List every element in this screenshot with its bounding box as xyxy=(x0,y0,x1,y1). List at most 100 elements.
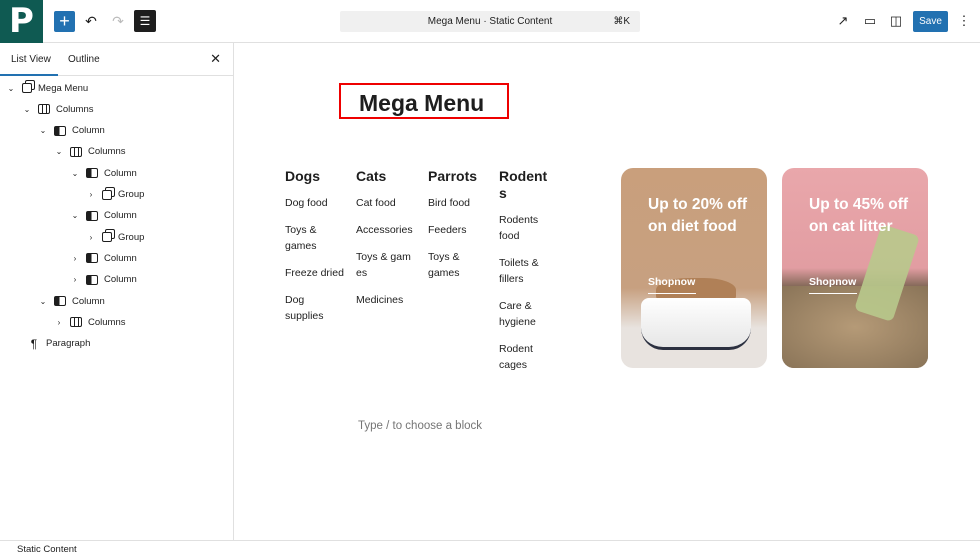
tree-item[interactable]: ⌄ Column xyxy=(38,121,105,141)
menu-link[interactable]: Feeders xyxy=(428,222,488,238)
menu-link[interactable]: Toys & games xyxy=(356,249,416,281)
shop-now-link[interactable]: Shopnow xyxy=(809,276,857,294)
column-icon xyxy=(86,274,98,285)
promo-text: Up to 45% off on cat litter xyxy=(809,196,909,235)
menu-link[interactable]: Medicines xyxy=(356,292,416,308)
menu-link[interactable]: Toys & games xyxy=(285,222,345,254)
chevron-down-icon[interactable]: ⌄ xyxy=(70,211,80,220)
view-external-icon[interactable]: ↗ xyxy=(835,13,851,29)
chevron-down-icon[interactable]: ⌄ xyxy=(6,84,16,93)
promo-card[interactable]: Up to 20% off on diet food Shopnow xyxy=(621,168,767,368)
chevron-down-icon[interactable]: ⌄ xyxy=(22,105,32,114)
more-options-icon[interactable]: ⋮ xyxy=(956,13,972,29)
tree-item-label: Group xyxy=(118,231,145,243)
close-icon[interactable]: ✕ xyxy=(210,51,221,67)
columns-icon xyxy=(70,317,82,328)
menu-column: Rodents Rodents food Toilets & fillers Care… xyxy=(499,168,549,384)
tree-item[interactable]: ⌄ Columns xyxy=(22,99,94,119)
tree-item-label: Paragraph xyxy=(46,338,91,350)
tree-item-label: Columns xyxy=(88,316,126,328)
tree-item[interactable]: › Group xyxy=(86,227,145,247)
redo-icon: ↷ xyxy=(112,13,124,29)
tree-item-label: Column xyxy=(72,125,105,137)
menu-heading: Dogs xyxy=(285,168,320,184)
tree-item-label: Column xyxy=(104,252,137,264)
menu-link[interactable]: Accessories xyxy=(356,222,416,238)
column-icon xyxy=(86,210,98,221)
shop-now-link[interactable]: Shopnow xyxy=(648,276,696,294)
page-title[interactable]: Mega Menu xyxy=(339,83,509,119)
menu-link[interactable]: Toys & games xyxy=(428,249,488,281)
menu-link[interactable]: Toilets & fillers xyxy=(499,255,549,287)
menu-heading: Rodents xyxy=(499,168,548,201)
block-placeholder[interactable]: Type / to choose a block xyxy=(358,420,482,432)
list-view-sidebar: List View Outline ✕ ⌄ Mega Menu ⌄ Columns ⌄ C… xyxy=(0,43,234,540)
document-overview-button[interactable]: ☰ xyxy=(134,10,156,32)
device-preview-icon[interactable]: ▭ xyxy=(862,13,878,29)
group-icon xyxy=(22,83,32,93)
sidebar-tabs: List View Outline ✕ xyxy=(0,43,233,76)
tree-item[interactable]: ⌄ Column xyxy=(70,206,137,226)
redo-button[interactable]: ↷ xyxy=(110,11,126,32)
chevron-down-icon[interactable]: ⌄ xyxy=(54,147,64,156)
plus-icon: + xyxy=(59,11,70,31)
column-icon xyxy=(54,296,66,306)
tree-item[interactable]: ⌄ Columns xyxy=(54,142,126,162)
cat-litter-image xyxy=(782,286,928,368)
menu-link[interactable]: Care & hygiene xyxy=(499,298,549,330)
menu-link[interactable]: Bird food xyxy=(428,195,488,211)
promo-text: Up to 20% off on diet food xyxy=(648,196,748,235)
save-button[interactable]: Save xyxy=(913,11,948,32)
chevron-down-icon[interactable]: ⌄ xyxy=(70,169,80,178)
menu-link[interactable]: Cat food xyxy=(356,195,416,211)
tab-list-view[interactable]: List View xyxy=(0,54,58,76)
chevron-down-icon[interactable]: ⌄ xyxy=(38,126,48,135)
chevron-right-icon[interactable]: › xyxy=(70,275,80,284)
menu-column: Cats Cat food Accessories Toys & games Medic… xyxy=(356,168,416,319)
add-block-button[interactable]: + xyxy=(54,11,75,32)
column-icon xyxy=(54,125,66,136)
menu-link[interactable]: Rodent cages xyxy=(499,341,549,373)
menu-link[interactable]: Rodents food xyxy=(499,212,549,244)
tree-item-label: Group xyxy=(118,189,145,200)
column-icon xyxy=(86,168,98,179)
menu-link[interactable]: Freeze dried xyxy=(285,265,345,281)
site-logo[interactable]: P xyxy=(0,0,43,43)
shortcut-hint: ⌘K xyxy=(613,16,630,27)
tree-item-label: Column xyxy=(104,167,137,179)
paragraph-icon: ¶ xyxy=(30,336,38,351)
promo-card[interactable]: Up to 45% off on cat litter Shopnow xyxy=(782,168,928,368)
menu-link[interactable]: Dog supplies xyxy=(285,292,345,324)
document-title: Mega Menu · Static Content xyxy=(427,16,553,27)
menu-column: Parrots Bird food Feeders Toys & games xyxy=(428,168,488,292)
chevron-down-icon[interactable]: ⌄ xyxy=(38,297,48,306)
dog-bowl-image xyxy=(641,298,751,350)
tree-item[interactable]: ⌄ Column xyxy=(70,163,137,183)
undo-icon: ↶ xyxy=(85,13,97,29)
menu-column: Dogs Dog food Toys & games Freeze dried Dog … xyxy=(285,168,345,335)
tree-item-label: Columns xyxy=(88,146,126,158)
menu-heading: Parrots xyxy=(428,168,478,184)
chevron-right-icon[interactable]: › xyxy=(54,318,64,327)
menu-link[interactable]: Dog food xyxy=(285,195,345,211)
settings-sidebar-icon[interactable]: ◫ xyxy=(888,13,904,29)
command-palette[interactable]: Mega Menu · Static Content ⌘K xyxy=(340,11,640,32)
tree-item[interactable]: › Column xyxy=(70,248,137,268)
tree-item[interactable]: ⌄ Mega Menu xyxy=(6,78,89,98)
tree-item-label: Column xyxy=(104,210,137,222)
tree-item[interactable]: › Columns xyxy=(54,312,126,332)
tab-outline[interactable]: Outline xyxy=(68,54,100,65)
top-toolbar: P + ↶ ↷ ☰ Mega Menu · Static Content ⌘K … xyxy=(0,0,980,43)
tree-item[interactable]: › Group xyxy=(86,185,145,205)
tree-item[interactable]: ¶ Paragraph xyxy=(12,334,91,354)
chevron-right-icon[interactable]: › xyxy=(70,254,80,263)
tree-item-label: Columns xyxy=(56,103,94,115)
tree-item[interactable]: ⌄ Column xyxy=(38,291,105,311)
chevron-right-icon[interactable]: › xyxy=(86,233,96,242)
tree-item[interactable]: › Column xyxy=(70,270,137,290)
undo-button[interactable]: ↶ xyxy=(83,11,99,32)
breadcrumb-item[interactable]: Static Content xyxy=(17,544,77,555)
chevron-right-icon[interactable]: › xyxy=(86,190,96,199)
group-icon xyxy=(102,232,112,243)
columns-icon xyxy=(70,146,82,157)
